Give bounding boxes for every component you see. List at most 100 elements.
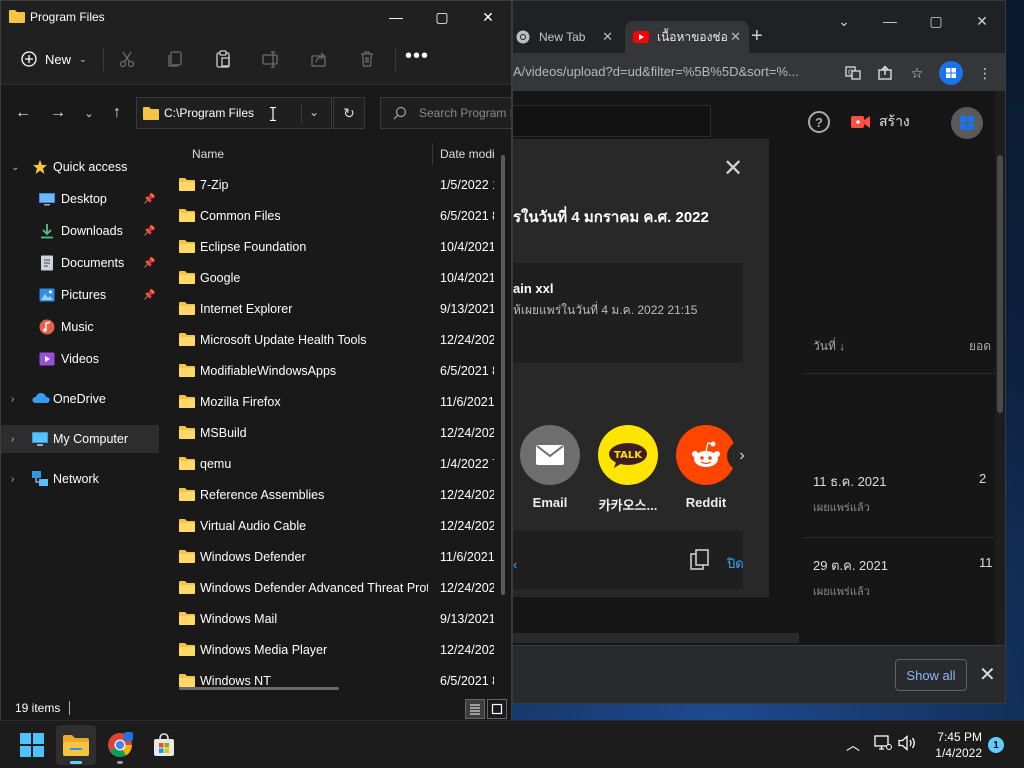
new-tab-button[interactable]: + — [751, 25, 763, 47]
file-row[interactable]: Windows Defender 11/6/2021 — [161, 541, 501, 572]
network-status-icon[interactable] — [874, 735, 892, 754]
new-button[interactable]: New ⌄ — [13, 45, 95, 73]
maximize-button[interactable]: ▢ — [913, 1, 959, 41]
sidebar-item-my-computer[interactable]: › My Computer — [1, 425, 159, 453]
chevron-right-icon[interactable]: › — [11, 474, 14, 485]
url-field[interactable]: A/videos/upload?d=ud&filter=%5B%5D&sort=… — [513, 64, 799, 79]
forward-arrow-icon[interactable]: → — [48, 103, 68, 123]
address-bar[interactable]: C:\Program Files ⌄ — [136, 97, 332, 129]
profile-avatar[interactable] — [939, 61, 963, 85]
system-clock[interactable]: 7:45 PM 1/4/2022 — [930, 729, 982, 761]
sidebar-item-music[interactable]: Music — [1, 313, 159, 341]
file-row[interactable]: ModifiableWindowsApps 6/5/2021 8 — [161, 355, 501, 386]
sidebar-item-onedrive[interactable]: › OneDrive — [1, 385, 159, 413]
sidebar-item-downloads[interactable]: Downloads 📌 — [1, 217, 159, 245]
horizontal-scrollbar[interactable] — [179, 687, 339, 690]
up-arrow-icon[interactable]: ↑ — [107, 103, 127, 123]
yt-search-input[interactable] — [513, 105, 711, 137]
create-button[interactable]: สร้าง — [851, 109, 910, 135]
file-row[interactable]: Microsoft Update Health Tools 12/24/2021 — [161, 324, 501, 355]
share-email-button[interactable]: Email — [519, 425, 581, 510]
taskbar-microsoft-store[interactable] — [144, 725, 184, 765]
file-row[interactable]: Windows NT 6/5/2021 8 — [161, 665, 501, 695]
refresh-button[interactable]: ↻ — [333, 97, 365, 129]
volume-icon[interactable] — [898, 735, 916, 754]
sidebar-item-network[interactable]: › Network — [1, 465, 159, 493]
page-scrollbar[interactable] — [995, 91, 1005, 703]
pin-icon[interactable]: 📌 — [143, 194, 155, 205]
notification-badge[interactable]: 1 — [988, 737, 1004, 753]
chevron-left-icon[interactable]: ‹ — [513, 557, 517, 572]
chevron-right-icon[interactable]: › — [727, 441, 757, 471]
table-row[interactable]: 29 ต.ค. 2021 เผยแพร่แล้ว — [813, 555, 888, 600]
translate-icon[interactable]: G — [843, 63, 863, 83]
pin-icon[interactable]: 📌 — [143, 258, 155, 269]
tab-close-icon[interactable]: ✕ — [730, 29, 741, 45]
start-button[interactable] — [12, 725, 52, 765]
cut-icon[interactable] — [115, 47, 139, 71]
column-header-date[interactable]: วันที่ ↓ — [813, 337, 845, 356]
file-row[interactable]: Common Files 6/5/2021 8 — [161, 200, 501, 231]
close-icon[interactable]: ✕ — [979, 662, 996, 687]
close-button[interactable]: ✕ — [959, 1, 1005, 41]
maximize-button[interactable]: ▢ — [419, 1, 465, 33]
column-header-date[interactable]: Date modi — [440, 147, 495, 161]
file-row[interactable]: Windows Media Player 12/24/2021 — [161, 634, 501, 665]
sidebar-item-quick-access[interactable]: ⌄ Quick access — [1, 153, 159, 181]
tab-close-icon[interactable]: ✕ — [602, 29, 613, 45]
table-row[interactable]: 11 ธ.ค. 2021 เผยแพร่แล้ว — [813, 471, 887, 516]
pin-icon[interactable]: 📌 — [143, 290, 155, 301]
sidebar-item-videos[interactable]: Videos — [1, 345, 159, 373]
chevron-right-icon[interactable]: › — [11, 394, 14, 405]
vertical-scrollbar[interactable] — [501, 155, 505, 595]
horizontal-scrollbar[interactable] — [513, 633, 799, 643]
paste-icon[interactable] — [211, 47, 235, 71]
file-row[interactable]: Reference Assemblies 12/24/2021 — [161, 479, 501, 510]
sidebar-item-pictures[interactable]: Pictures 📌 — [1, 281, 159, 309]
chevron-down-icon[interactable]: ⌄ — [11, 162, 19, 173]
file-row[interactable]: Eclipse Foundation 10/4/2021 — [161, 231, 501, 262]
taskbar-file-explorer[interactable] — [56, 725, 96, 765]
search-input[interactable]: Search Program F — [380, 97, 512, 129]
chevron-right-icon[interactable]: › — [11, 434, 14, 445]
tab-search-icon[interactable]: ⌄ — [821, 1, 867, 41]
file-row[interactable]: qemu 1/4/2022 7 — [161, 448, 501, 479]
bookmark-star-icon[interactable]: ☆ — [907, 63, 927, 83]
file-row[interactable]: MSBuild 12/24/2021 — [161, 417, 501, 448]
more-options-button[interactable]: ••• — [405, 45, 429, 68]
share-icon[interactable] — [875, 63, 895, 83]
file-row[interactable]: Virtual Audio Cable 12/24/2021 — [161, 510, 501, 541]
tab-new-tab[interactable]: New Tab ✕ — [513, 21, 621, 53]
address-dropdown-chevron-icon[interactable]: ⌄ — [309, 105, 319, 119]
taskbar-chrome[interactable] — [100, 725, 140, 765]
copy-icon[interactable] — [689, 549, 711, 571]
file-row[interactable]: Mozilla Firefox 11/6/2021 — [161, 386, 501, 417]
delete-icon[interactable] — [355, 47, 379, 71]
large-icons-view-button[interactable] — [487, 699, 507, 719]
minimize-button[interactable]: — — [373, 1, 419, 33]
show-all-button[interactable]: Show all — [895, 659, 967, 691]
recent-locations-chevron-icon[interactable]: ⌄ — [79, 103, 99, 123]
show-hidden-icons-chevron-icon[interactable]: ︿ — [846, 735, 860, 755]
share-kakaostory-button[interactable]: TALK 카카오스... — [597, 425, 659, 514]
file-row[interactable]: 7-Zip 1/5/2022 1 — [161, 169, 501, 200]
share-icon[interactable] — [307, 47, 331, 71]
file-row[interactable]: Google 10/4/2021 — [161, 262, 501, 293]
minimize-button[interactable]: — — [867, 1, 913, 41]
chrome-menu-icon[interactable]: ⋮ — [975, 63, 995, 83]
sidebar-item-documents[interactable]: Documents 📌 — [1, 249, 159, 277]
back-arrow-icon[interactable]: ← — [13, 103, 33, 123]
copy-icon[interactable] — [163, 47, 187, 71]
close-button[interactable]: ✕ — [465, 1, 511, 33]
column-header-views[interactable]: ยอด — [969, 337, 991, 356]
details-view-button[interactable] — [465, 699, 485, 719]
channel-avatar[interactable] — [951, 107, 983, 139]
close-icon[interactable]: ✕ — [723, 157, 743, 181]
sidebar-item-desktop[interactable]: Desktop 📌 — [1, 185, 159, 213]
file-row[interactable]: Windows Mail 9/13/2021 — [161, 603, 501, 634]
column-header-name[interactable]: Name — [192, 147, 224, 161]
pin-icon[interactable]: 📌 — [143, 226, 155, 237]
tab-youtube-studio[interactable]: เนื้อหาของช่อ ✕ — [625, 21, 749, 53]
file-row[interactable]: Internet Explorer 9/13/2021 — [161, 293, 501, 324]
address-path[interactable]: C:\Program Files — [164, 106, 254, 120]
